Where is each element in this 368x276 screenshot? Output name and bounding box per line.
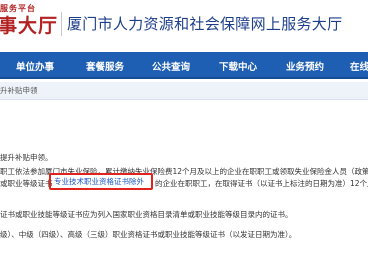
nav-item-package-services[interactable]: 套餐服务 (86, 59, 124, 73)
header-divider (61, 12, 62, 36)
nav-item-online[interactable]: 在线 (350, 59, 368, 73)
content-line-3-prefix: 或职业等级证书 (0, 179, 53, 188)
logo-title[interactable]: 事大厅 (0, 11, 58, 38)
main-nav: 单位办事 套餐服务 公共查询 下载中心 业务预约 在线 (0, 52, 368, 79)
nav-item-unit-services[interactable]: 单位办事 (16, 59, 54, 73)
highlight-box (49, 173, 153, 190)
site-title: 厦门市人力资源和社会保障网上服务大厅 (67, 15, 343, 33)
nav-item-appointments[interactable]: 业务预约 (286, 59, 324, 73)
content-line-5: 级）、中级（四级）、高级（三级）职业资格证书或职业技能等级证书（以发证日期为准）… (0, 230, 297, 239)
nav-item-public-query[interactable]: 公共查询 (152, 59, 190, 73)
content-line-1: 提升补贴申领。 (0, 153, 53, 162)
content-line-4: 证书或职业技能等级证书应为列入国家职业资格目录清单或职业技能等级目录内的证书。 (0, 210, 293, 219)
breadcrumb-bar: 升补贴申领 (0, 82, 368, 100)
site-header: 服务平台 事大厅 厦门市人力资源和社会保障网上服务大厅 (0, 0, 368, 50)
breadcrumb: 升补贴申领 (0, 86, 38, 95)
nav-item-download-center[interactable]: 下载中心 (219, 59, 257, 73)
content-line-3-suffix: 的企业在职职工，在取得证书（以证书上标注的日期为准）12个月 (155, 179, 368, 188)
